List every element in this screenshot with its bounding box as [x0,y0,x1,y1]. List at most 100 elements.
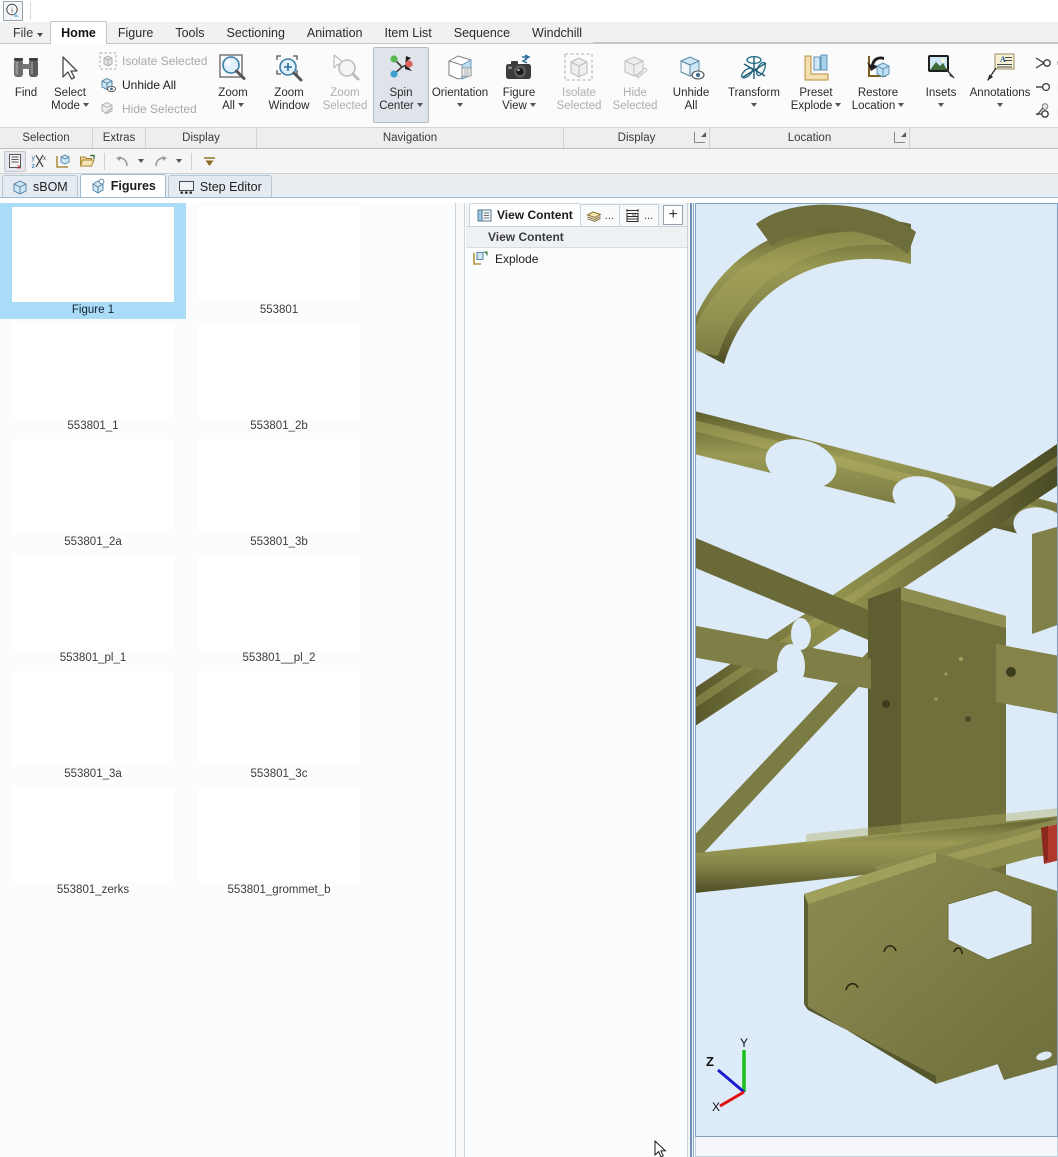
figure-caption: 553801_1 [67,420,119,432]
group-label-extras-text: Extras [102,132,136,144]
figure-thumbnail-item[interactable]: 553801_2a [0,435,186,551]
view-content-tab-row: View Content ... M ... + [466,203,687,227]
orientation-button[interactable]: Orientation [429,47,491,123]
ribbon-tab-windchill[interactable]: Windchill [521,22,593,43]
transform-caret[interactable] [751,100,757,111]
doc-tab-sbom[interactable]: sBOM [2,175,78,197]
figure-thumbnail-item[interactable]: Figure 1 [0,203,186,319]
tab-measure-label: ... [643,209,654,222]
hide-selected-label: Hide Selected [122,102,197,116]
hide-selected-big-button[interactable]: Hide Selected [607,47,663,123]
isolate-selected-button[interactable]: Isolate Selected [96,49,213,73]
coordinate-triad: Y Z X [706,1032,780,1114]
tab-measure[interactable]: M ... [619,204,660,226]
explode-icon [473,251,488,265]
add-view-button[interactable]: + [663,205,684,225]
isolate-selected-big-label: Isolate Selected [556,87,602,112]
zoom-selected-button[interactable]: Zoom Selected [317,47,373,123]
insets-button[interactable]: Insets [913,47,969,123]
model-render [696,204,1057,1136]
ribbon-tab-animation[interactable]: Animation [296,22,374,43]
zoom-all-button[interactable]: Zoom All [205,47,261,123]
figure-thumbnail-item[interactable]: 553801_3c [186,667,372,783]
overflow-button[interactable] [198,151,220,172]
unhide-all-big-button[interactable]: Unhide All [663,47,719,123]
redo-dropdown[interactable] [173,151,185,172]
import-button[interactable] [52,151,74,172]
step-editor-icon [178,180,194,194]
figure-thumbnail-item[interactable]: 553801_1 [0,319,186,435]
figure-thumbnail-item[interactable]: 553801_pl_1 [0,551,186,667]
draw-two-point-button[interactable]: Dra [1031,99,1058,123]
figure-thumbnail-image [198,671,360,766]
transform-axes-icon [738,52,770,84]
info-tool-button[interactable]: i [3,0,23,21]
ribbon-tab-sequence[interactable]: Sequence [443,22,521,43]
transform-button[interactable]: Transform [723,47,785,123]
tab-layers[interactable]: ... [580,204,620,226]
open-folder-button[interactable] [76,151,98,172]
transform-label: Transform [728,87,780,99]
isolate-selected-big-button[interactable]: Isolate Selected [551,47,607,123]
doc-tab-sbom-label: sBOM [33,179,68,194]
restore-location-button[interactable]: Restore Location [847,47,909,123]
redo-button[interactable] [149,151,171,172]
group-label-selection-text: Selection [22,132,70,144]
unhide-all-button[interactable]: Unhide All [96,73,182,97]
orientation-caret[interactable] [457,100,463,111]
figures-grid: Figure 1 553801 553801_1 553801_2b 55380… [0,203,455,899]
view-content-icon [477,209,492,221]
ribbon-tab-tools[interactable]: Tools [164,22,215,43]
sort-az-icon: y z x [31,154,46,170]
figure-thumbnail-item[interactable]: 553801__pl_2 [186,551,372,667]
figure-thumbnail-image [198,207,360,302]
secondary-toolbar: x y z x [0,149,1058,174]
viewport-scroll-rail[interactable] [690,203,692,1157]
annotations-button[interactable]: A Annotations [969,47,1031,123]
unhide-all-big-label: Unhide All [672,87,710,112]
undo-dropdown[interactable] [135,151,147,172]
figure-thumbnail-item[interactable]: 553801_3b [186,435,372,551]
location-dialog-launcher[interactable] [894,132,906,143]
hide-selected-button[interactable]: Hide Selected [96,97,203,121]
ribbon-tab-sectioning[interactable]: Sectioning [216,22,296,43]
connector-line-icon [1034,54,1052,72]
figure-thumbnail-item[interactable]: 553801_zerks [0,783,186,899]
figure-caption: 553801_3c [250,768,308,780]
figure-thumbnail-image [12,323,174,418]
viewport-canvas[interactable]: Y Z X [695,203,1058,1137]
figure-thumbnail-item[interactable]: 553801 [186,203,372,319]
display-dialog-launcher[interactable] [694,132,706,143]
ribbon-tab-item-list[interactable]: Item List [373,22,442,43]
doc-tab-figures[interactable]: Figures [79,174,166,197]
connector-button[interactable]: Con [1031,51,1058,75]
select-mode-button[interactable]: Select Mode [48,47,92,123]
figure-thumbnail-item[interactable]: 553801_grommet_b [186,783,372,899]
find-button[interactable]: Find [4,47,48,123]
preset-explode-button[interactable]: Preset Explode [785,47,847,123]
ribbon-tab-home[interactable]: Home [50,21,107,44]
annotations-caret[interactable] [997,100,1003,111]
group-label-navigation: Navigation [257,128,564,148]
ribbon-group-footer: Selection Extras Display Navigation Disp… [0,127,1058,148]
ribbon-tab-file[interactable]: File [2,22,50,43]
draw-line-button[interactable]: Dra [1031,75,1058,99]
viewport-3d[interactable]: Y Z X [688,203,1058,1157]
figure-thumbnail-item[interactable]: 553801_2b [186,319,372,435]
panel-splitter[interactable] [455,203,465,1157]
tab-view-content[interactable]: View Content [469,203,581,226]
figure-view-button[interactable]: Figure View [491,47,547,123]
view-content-column-header: View Content [466,227,687,248]
doc-tab-step-editor[interactable]: Step Editor [167,175,272,197]
figures-panel[interactable]: Figure 1 553801 553801_1 553801_2b 55380… [0,203,455,1157]
sort-button[interactable]: y z x [28,151,50,172]
zoom-window-button[interactable]: Zoom Window [261,47,317,123]
view-content-row-explode[interactable]: Explode [466,248,687,270]
figure-thumbnail-item[interactable]: 553801_3a [0,667,186,783]
ribbon-tab-figure[interactable]: Figure [107,22,164,43]
list-delete-button[interactable]: x [4,150,26,172]
insets-caret[interactable] [938,100,944,111]
spin-center-button[interactable]: Spin Center [373,47,429,123]
select-mode-label: Select Mode [51,87,89,112]
undo-button[interactable] [111,151,133,172]
